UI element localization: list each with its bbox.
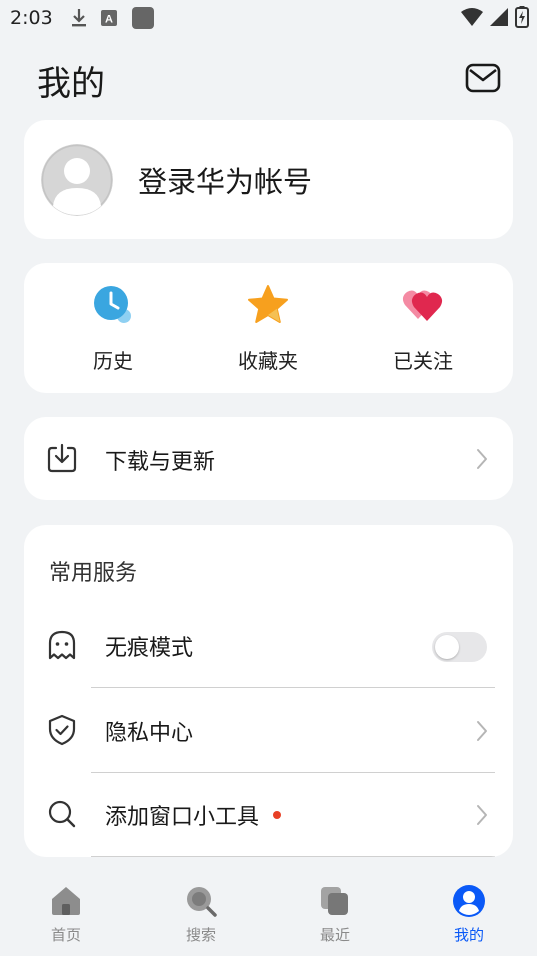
toggle-knob (435, 635, 459, 659)
bottom-navigation: 首页 搜索 最近 我的 (0, 870, 537, 956)
mail-icon (465, 63, 501, 93)
download-notification-icon (71, 9, 86, 27)
chevron-right-icon (477, 805, 487, 825)
download-and-update-label: 下载与更新 (105, 450, 216, 475)
nav-search[interactable]: 搜索 (161, 884, 241, 948)
home-icon (52, 887, 80, 915)
nav-label: 最近 (319, 926, 350, 944)
shortcut-favorites[interactable]: 收藏夹 (213, 283, 323, 379)
shortcut-label: 历史 (93, 349, 133, 373)
shortcut-followed[interactable]: 已关注 (368, 283, 478, 379)
shield-check-icon (48, 714, 76, 746)
service-add-widget[interactable]: 添加窗口小工具 (24, 772, 513, 857)
service-label: 隐私中心 (105, 721, 194, 746)
nav-me[interactable]: 我的 (429, 884, 509, 948)
app-a-notification-icon: A (100, 10, 117, 26)
profile-icon (453, 885, 485, 917)
default-avatar-icon (41, 143, 113, 216)
messages-button[interactable] (465, 62, 501, 94)
login-huawei-account-label[interactable]: 登录华为帐号 (138, 159, 312, 201)
service-label-with-badge: 添加窗口小工具 (105, 799, 282, 831)
download-box-icon (47, 443, 77, 473)
recent-cards-icon (321, 887, 348, 915)
service-incognito-mode[interactable]: 无痕模式 (24, 603, 513, 688)
shortcut-history[interactable]: 历史 (58, 283, 168, 379)
status-bar: 2:03 A (0, 0, 537, 36)
shortcut-label: 已关注 (393, 349, 453, 373)
notification-icons: A (71, 6, 155, 30)
favorites-star-icon (248, 285, 288, 323)
svg-text:A: A (105, 14, 113, 26)
status-time: 2:03 (10, 7, 53, 29)
new-badge-dot (273, 811, 282, 819)
followed-heart-icon (402, 290, 443, 321)
battery-charging-icon (515, 6, 529, 28)
ghost-icon (48, 630, 76, 660)
search-icon (48, 800, 76, 828)
account-login-card[interactable]: 登录华为帐号 (24, 120, 513, 239)
cellular-signal-icon (490, 8, 508, 26)
wifi-icon (461, 8, 483, 26)
system-status-icons (461, 6, 529, 28)
nav-recent[interactable]: 最近 (295, 884, 375, 948)
common-services-card: 常用服务 无痕模式 隐私中心 添加窗口小工具 (24, 525, 513, 857)
search-icon (187, 887, 217, 917)
nav-home[interactable]: 首页 (26, 884, 106, 948)
nav-label: 首页 (50, 926, 81, 944)
section-title: 常用服务 (49, 561, 138, 586)
incognito-toggle[interactable] (432, 632, 487, 662)
nav-label: 我的 (453, 926, 484, 944)
service-label: 添加窗口小工具 (105, 805, 260, 830)
service-label: 无痕模式 (105, 636, 194, 661)
chevron-right-icon (477, 721, 487, 741)
history-clock-icon (94, 286, 131, 323)
chevron-right-icon (477, 449, 487, 469)
app-square-notification-icon (131, 7, 154, 29)
nav-label: 搜索 (185, 926, 216, 944)
shortcut-label: 收藏夹 (238, 349, 298, 373)
page-title: 我的 (37, 64, 105, 104)
avatar[interactable] (41, 143, 113, 216)
shortcuts-card: 历史 收藏夹 已关注 (24, 263, 513, 393)
divider (91, 856, 495, 857)
service-privacy-center[interactable]: 隐私中心 (24, 688, 513, 773)
download-and-update-row[interactable]: 下载与更新 (24, 417, 513, 500)
